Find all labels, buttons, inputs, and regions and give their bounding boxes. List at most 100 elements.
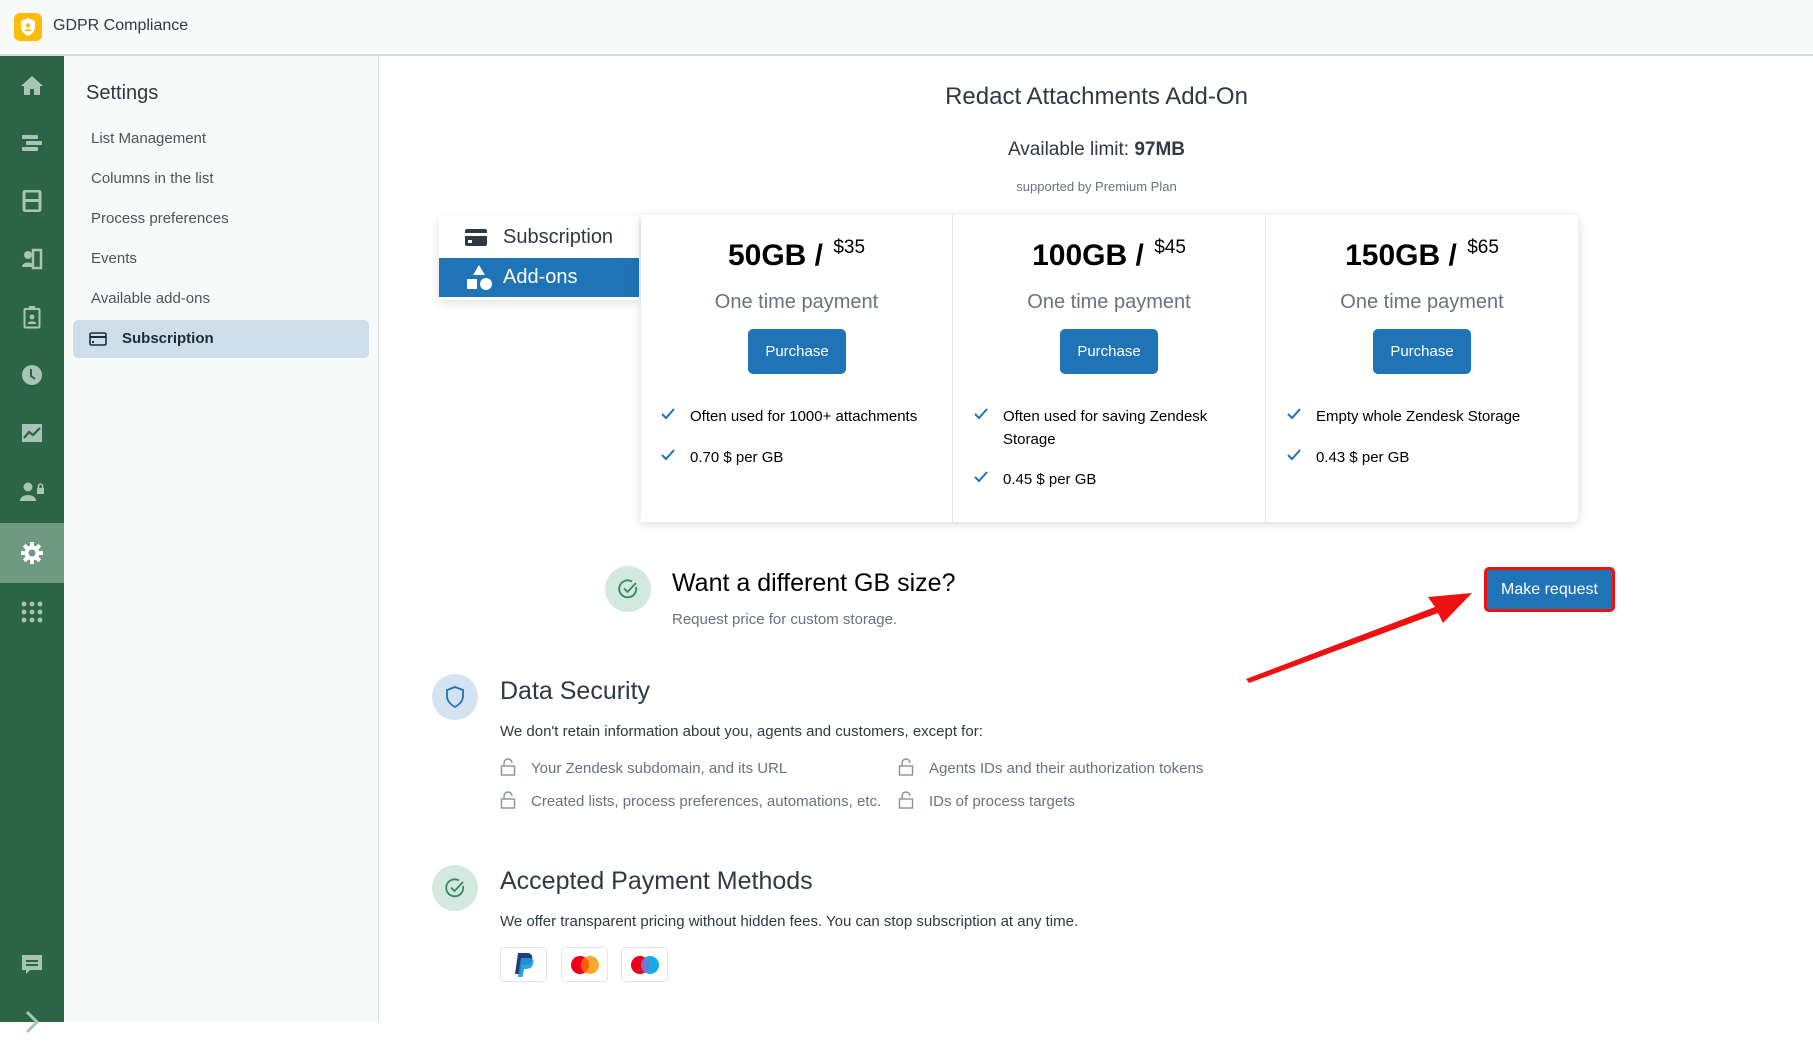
nav-rail xyxy=(0,56,64,1034)
payment-methods-text: We offer transparent pricing without hid… xyxy=(500,913,1079,930)
rail-clock[interactable] xyxy=(0,346,64,404)
plan-note: supported by Premium Plan xyxy=(1016,179,1177,194)
security-item: IDs of process targets xyxy=(898,791,1075,810)
plan-cards: 50GB / $35 One time payment Purchase Oft… xyxy=(641,215,1578,522)
settings-title: Settings xyxy=(86,82,159,104)
plan-subtitle: One time payment xyxy=(714,291,879,313)
plan-card-150gb: 150GB / $65 One time payment Purchase Em… xyxy=(1265,215,1578,522)
settings-item-events[interactable]: Events xyxy=(91,250,137,267)
check-icon xyxy=(974,471,988,483)
list-icon xyxy=(22,135,42,151)
plan-price: $35 xyxy=(833,237,866,258)
payment-methods-title: Accepted Payment Methods xyxy=(500,867,813,895)
data-security-text: We don't retain information about you, a… xyxy=(500,723,983,740)
annotation-arrow-icon xyxy=(1246,593,1472,683)
user-lock-icon xyxy=(20,482,44,501)
contacts-icon xyxy=(22,248,43,270)
check-icon xyxy=(974,408,988,420)
data-security-title: Data Security xyxy=(500,677,651,705)
plan-subtitle: One time payment xyxy=(1027,291,1191,313)
rail-inbox[interactable] xyxy=(0,172,64,230)
plan-tabs: Subscription Add-ons xyxy=(439,216,639,300)
settings-item-list-management[interactable]: List Management xyxy=(91,130,206,147)
unlock-icon xyxy=(500,791,516,809)
plan-price: $65 xyxy=(1467,237,1499,258)
settings-panel: Settings List Management Columns in the … xyxy=(64,56,379,1022)
mastercard-icon xyxy=(561,947,608,982)
limit-value: 97MB xyxy=(1134,139,1186,160)
plan-feature: 0.43 $ per GB xyxy=(1287,446,1566,469)
plan-feature: Often used for saving Zendesk Storage xyxy=(974,405,1238,451)
plan-card-100gb: 100GB / $45 One time payment Purchase Of… xyxy=(952,215,1265,522)
available-limit: Available limit: 97MB xyxy=(380,139,1813,161)
home-icon xyxy=(21,76,43,95)
settings-item-label: Subscription xyxy=(122,330,214,347)
check-icon xyxy=(661,408,675,420)
custom-size-subtitle: Request price for custom storage. xyxy=(672,611,898,628)
make-request-button[interactable]: Make request xyxy=(1484,567,1615,612)
plan-feature: Empty whole Zendesk Storage xyxy=(1287,405,1566,428)
plan-feature: 0.70 $ per GB xyxy=(661,446,940,469)
tab-addons[interactable]: Add-ons xyxy=(439,258,639,297)
check-circle-icon xyxy=(605,566,651,612)
rail-user-lock[interactable] xyxy=(0,462,64,520)
rail-home[interactable] xyxy=(0,56,64,114)
check-icon xyxy=(661,449,675,461)
check-circle-icon xyxy=(432,865,478,911)
shapes-icon xyxy=(467,264,492,290)
app-title: GDPR Compliance xyxy=(53,17,189,34)
unlock-icon xyxy=(500,758,516,776)
security-item: Your Zendesk subdomain, and its URL xyxy=(500,758,787,777)
rail-chart[interactable] xyxy=(0,404,64,462)
settings-item-subscription[interactable]: Subscription xyxy=(73,320,369,358)
unlock-icon xyxy=(898,791,914,809)
paypal-icon xyxy=(500,947,547,982)
inbox-icon xyxy=(22,190,42,212)
shield-user-icon xyxy=(14,13,42,41)
clock-icon xyxy=(22,365,42,385)
rail-list[interactable] xyxy=(0,114,64,172)
page-title: Redact Attachments Add-On xyxy=(945,83,1248,110)
chat-icon xyxy=(22,955,42,974)
security-item: Agents IDs and their authorization token… xyxy=(898,758,1203,777)
credit-card-icon xyxy=(89,332,107,346)
plan-size: 100GB / $45 xyxy=(1032,237,1186,272)
plan-feature: 0.45 $ per GB xyxy=(974,468,1238,491)
plan-price: $45 xyxy=(1154,237,1186,258)
plan-card-50gb: 50GB / $35 One time payment Purchase Oft… xyxy=(641,215,952,522)
rail-badge[interactable] xyxy=(0,288,64,346)
tab-subscription[interactable]: Subscription xyxy=(439,218,639,257)
plan-feature: Often used for 1000+ attachments xyxy=(661,405,940,428)
unlock-icon xyxy=(898,758,914,776)
rail-contacts[interactable] xyxy=(0,230,64,288)
tab-label: Subscription xyxy=(503,226,614,248)
purchase-button[interactable]: Purchase xyxy=(1060,329,1158,374)
apps-grid-icon xyxy=(21,601,43,623)
purchase-button[interactable]: Purchase xyxy=(748,329,846,374)
tab-label: Add-ons xyxy=(503,266,578,288)
purchase-button[interactable]: Purchase xyxy=(1373,329,1471,374)
maestro-icon xyxy=(621,947,668,982)
chart-icon xyxy=(22,424,42,442)
top-bar: GDPR Compliance xyxy=(0,0,1813,56)
credit-card-icon xyxy=(465,229,487,246)
badge-icon xyxy=(23,306,41,329)
rail-settings[interactable] xyxy=(0,523,64,583)
settings-item-available-addons[interactable]: Available add-ons xyxy=(91,290,210,307)
settings-item-columns[interactable]: Columns in the list xyxy=(91,170,214,187)
shield-icon xyxy=(432,674,478,720)
plan-subtitle: One time payment xyxy=(1340,291,1504,313)
limit-label: Available limit: xyxy=(1007,139,1135,160)
gear-icon xyxy=(21,542,43,564)
plan-size: 150GB / $65 xyxy=(1345,237,1499,272)
security-item: Created lists, process preferences, auto… xyxy=(500,791,881,810)
check-icon xyxy=(1287,408,1301,420)
check-icon xyxy=(1287,449,1301,461)
rail-expand[interactable] xyxy=(0,993,64,1051)
rail-apps[interactable] xyxy=(0,583,64,641)
custom-size-title: Want a different GB size? xyxy=(672,569,956,597)
rail-chat[interactable] xyxy=(0,936,64,994)
plan-size: 50GB / $35 xyxy=(727,237,866,272)
chevron-right-icon xyxy=(25,1010,39,1034)
settings-item-process-preferences[interactable]: Process preferences xyxy=(91,210,229,227)
